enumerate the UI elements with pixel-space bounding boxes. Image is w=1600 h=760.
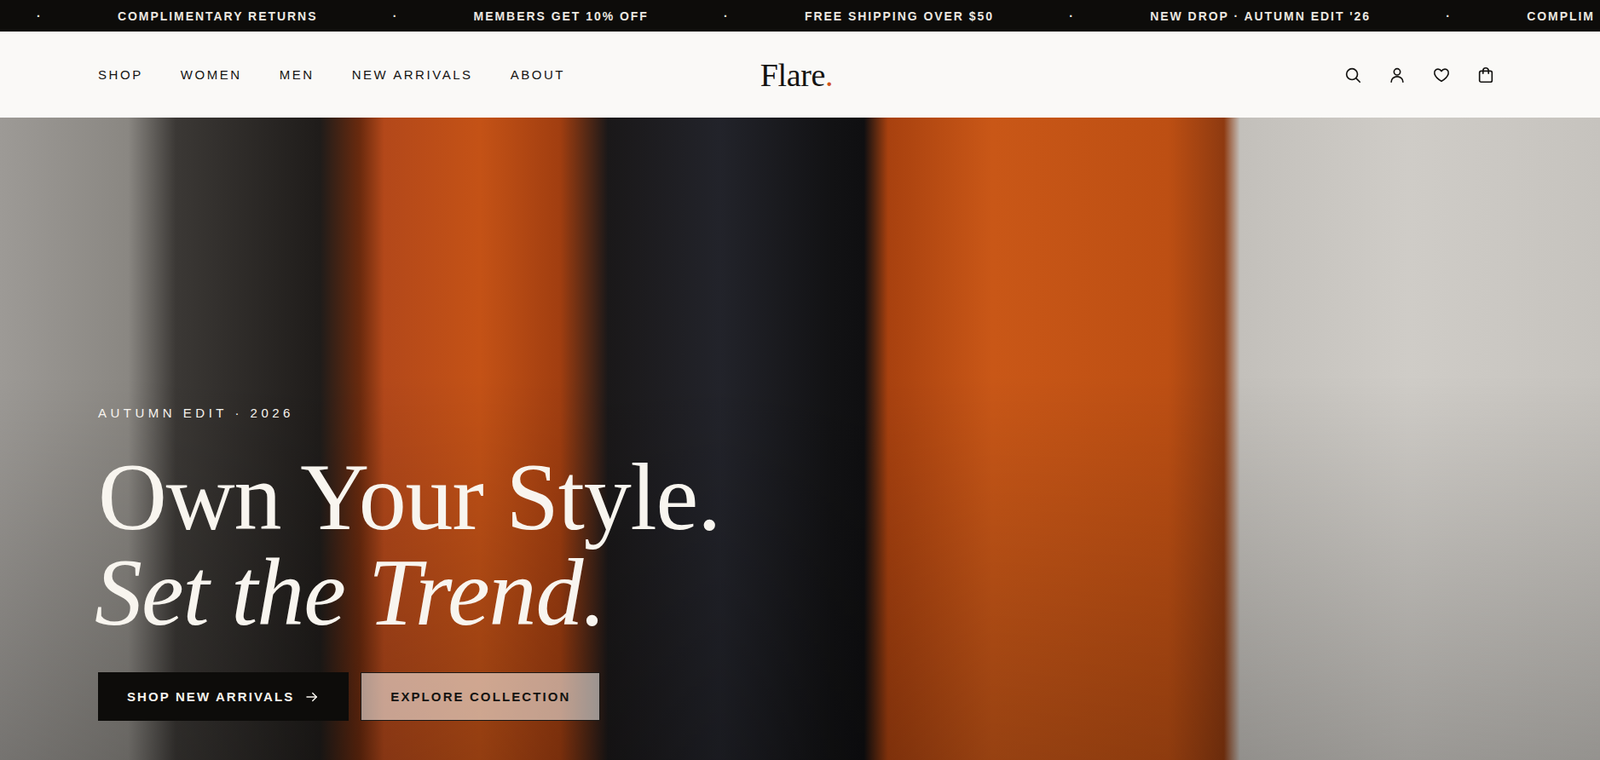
announcement-item: · [392, 9, 399, 24]
shop-button[interactable]: SHOP NEW ARRIVALS [98, 672, 349, 722]
headline-line: Own Your Style. [98, 449, 1600, 545]
announcement-item: COMPLIM [1526, 9, 1595, 24]
button-label: EXPLORE COLLECTION [390, 689, 571, 705]
hero-eyebrow: AUTUMN EDIT · 2026 [98, 405, 1600, 421]
nav-link[interactable]: NEW ARRIVALS [352, 67, 474, 82]
arrow-right-icon [304, 689, 320, 705]
hero-content: AUTUMN EDIT · 2026 Own Your Style.Set the… [0, 405, 1600, 760]
main-nav: SHOP WOMEN MEN NEW ARRIVALS ABOUT Flare. [0, 31, 1600, 118]
headline-italic: Set the Trend. [94, 544, 1600, 641]
announcement-item: FREE SHIPPING OVER $50 [804, 9, 994, 24]
page: · COMPLIMENTARY RETURNS · MEMBERS GET 10% O… [0, 0, 1600, 760]
button-label: SHOP NEW ARRIVALS [127, 689, 295, 705]
hero: AUTUMN EDIT · 2026 Own Your Style.Set the… [0, 117, 1600, 760]
logo[interactable]: Flare. [760, 56, 833, 94]
announcement-item: · [1068, 9, 1075, 24]
hero-shade [0, 117, 1600, 760]
explore-button[interactable]: EXPLORE COLLECTION [360, 672, 601, 722]
nav-links: SHOP WOMEN MEN NEW ARRIVALS ABOUT [98, 67, 761, 82]
search-icon[interactable] [1343, 65, 1363, 85]
announcement-item: · [36, 9, 43, 24]
logo-accent: . [825, 57, 833, 93]
announcement-item: · [1445, 9, 1452, 24]
hero-headline: Own Your Style.Set the Trend. [98, 449, 1600, 641]
announcement-item: NEW DROP · AUTUMN EDIT '26 [1149, 9, 1371, 24]
nav-link[interactable]: SHOP [98, 67, 144, 82]
announcement-bar: · COMPLIMENTARY RETURNS · MEMBERS GET 10% O… [0, 0, 1600, 32]
user-icon[interactable] [1387, 65, 1407, 85]
logo-text: Flare [760, 57, 826, 93]
announcement-item: · [723, 9, 730, 24]
nav-link[interactable]: MEN [279, 67, 315, 82]
announcement-item: MEMBERS GET 10% OFF [473, 9, 649, 24]
nav-icons [832, 65, 1496, 85]
announcement-item: COMPLIMENTARY RETURNS [117, 9, 318, 24]
bag-icon[interactable] [1476, 65, 1496, 85]
heart-icon[interactable] [1432, 65, 1451, 85]
nav-link[interactable]: WOMEN [180, 67, 243, 82]
hero-actions: SHOP NEW ARRIVALS EXPLORE COLLECTION [98, 672, 1600, 722]
nav-link[interactable]: ABOUT [510, 67, 566, 82]
